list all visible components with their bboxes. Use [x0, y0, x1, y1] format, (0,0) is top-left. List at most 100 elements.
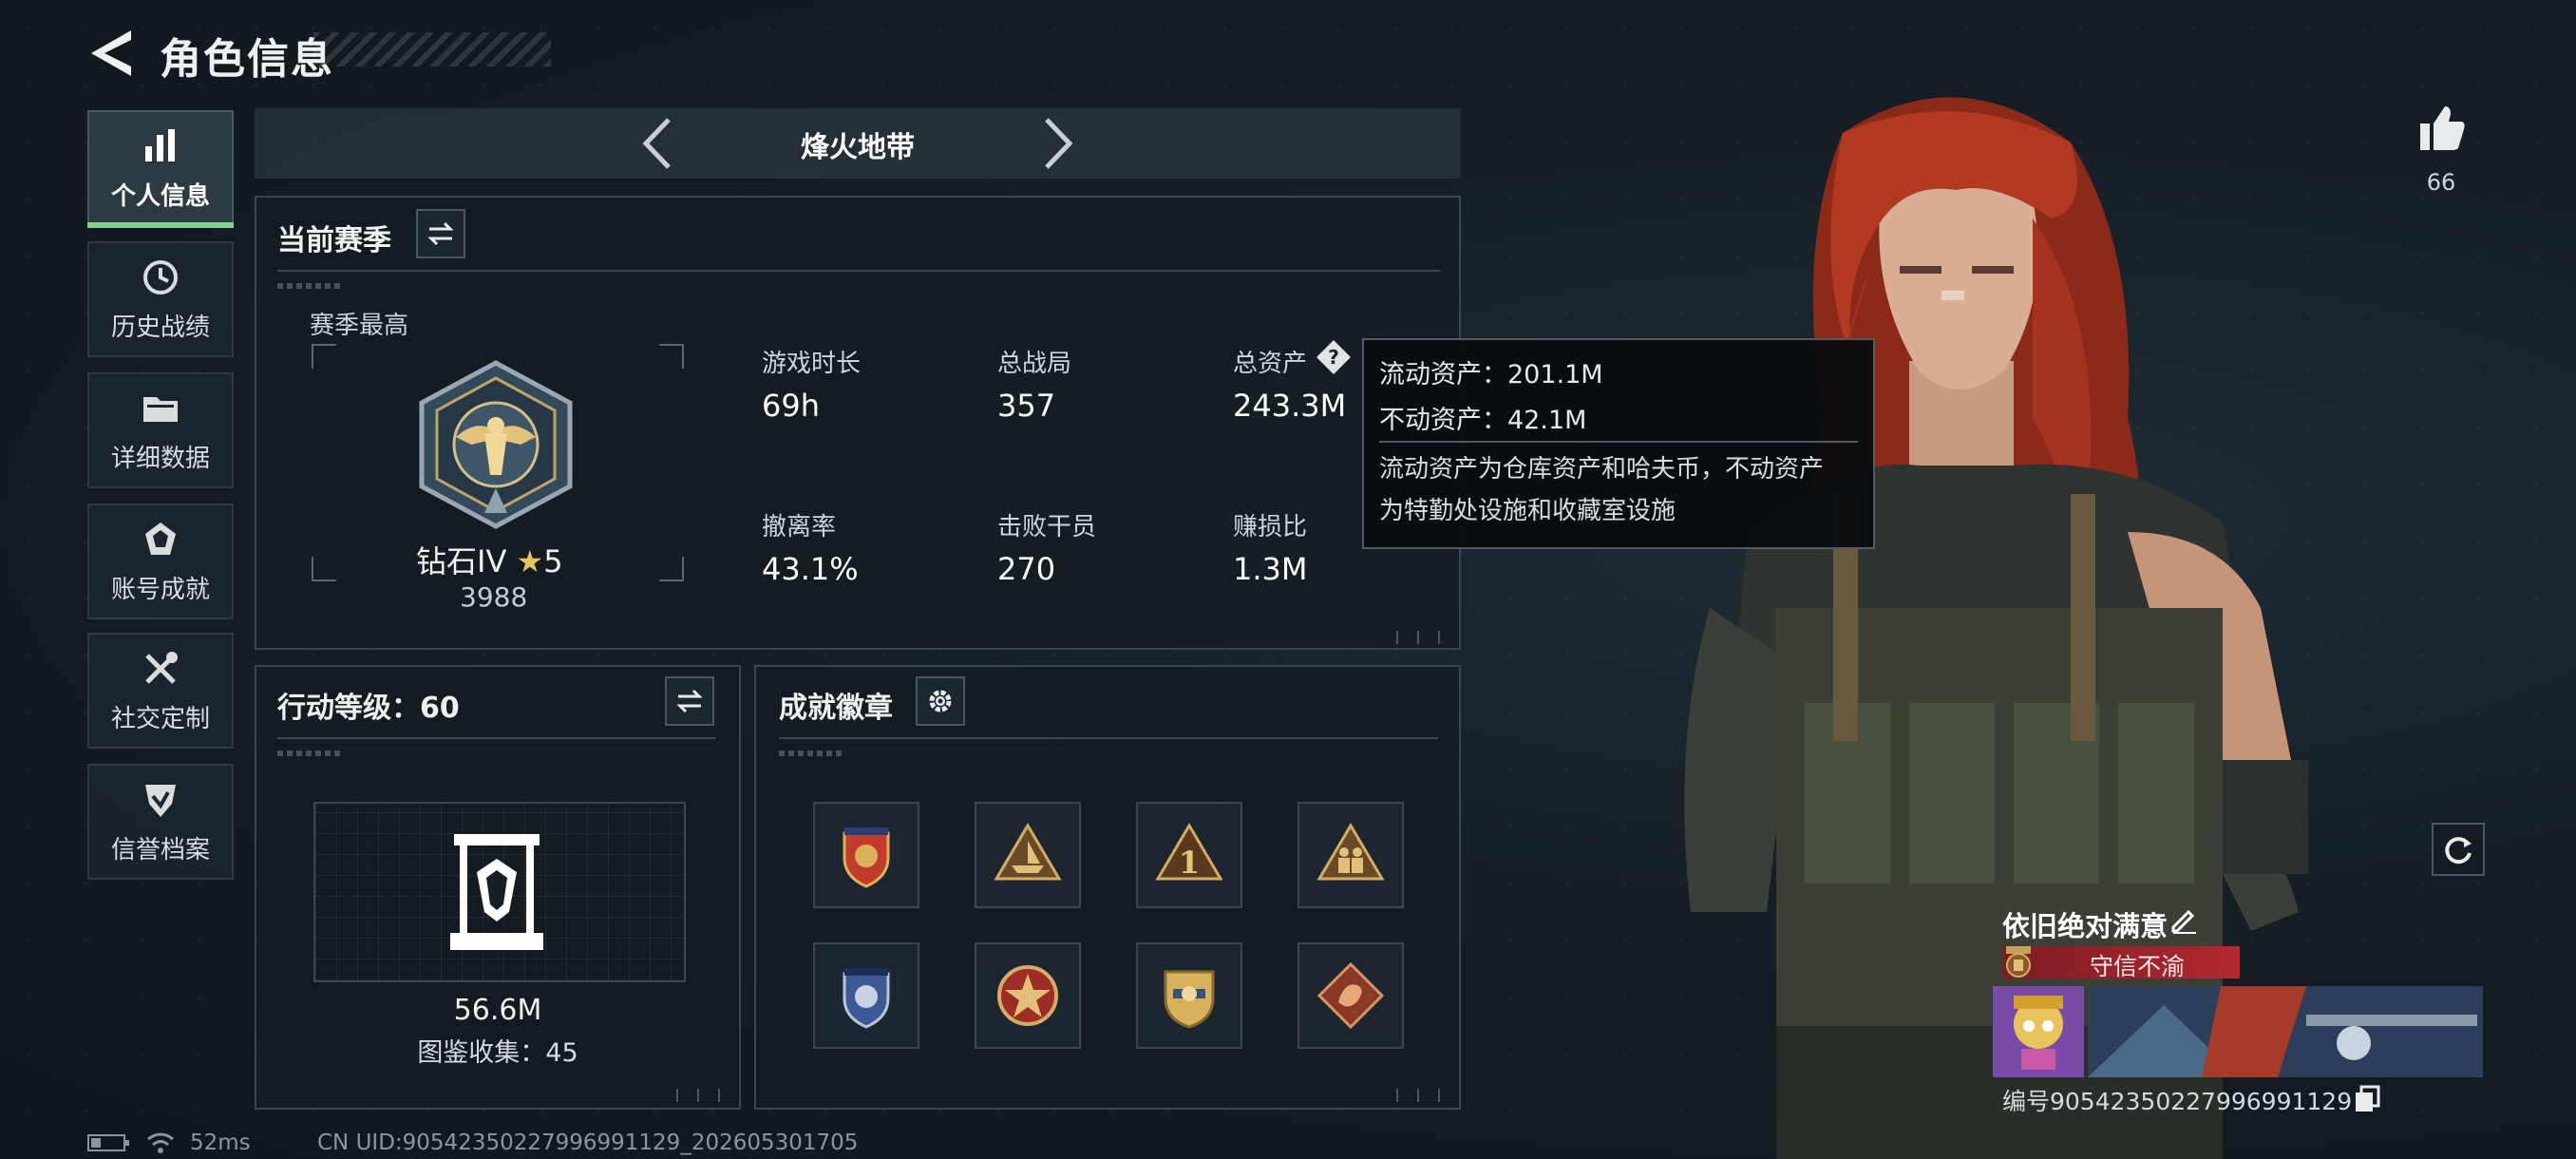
action-level-divider [277, 737, 716, 739]
rank-stars: 5 [543, 543, 563, 580]
achievement-badge-7[interactable] [1136, 942, 1242, 1049]
sidebar-item-label: 信誉档案 [110, 835, 210, 864]
soldiers-triangle-badge-icon [1316, 823, 1385, 881]
title-decoration [313, 32, 551, 66]
ping-value: 52ms [190, 1130, 251, 1155]
gold-crest-badge-icon [1164, 970, 1215, 1029]
season-switch-button[interactable] [416, 209, 465, 258]
stat-value-matches: 357 [997, 388, 1056, 424]
edit-pencil-icon[interactable] [2169, 906, 2198, 935]
tools-icon [145, 651, 178, 684]
stat-label-profit-ratio: 赚损比 [1233, 513, 1308, 542]
season-title: 当前赛季 [277, 224, 391, 257]
divider-dashes [277, 283, 344, 289]
tooltip-description: 流动资产为仓库资产和哈夫币，不动资产 为特勤处设施和收藏室设施 [1379, 455, 1825, 525]
copy-icon[interactable] [2354, 1085, 2380, 1113]
stat-label-playtime: 游戏时长 [762, 350, 862, 378]
ship-triangle-badge-icon [994, 823, 1062, 881]
sidebar-item-achievements[interactable]: 账号成就 [87, 504, 234, 619]
achievement-badge-5[interactable] [813, 942, 919, 1049]
bar-chart-icon [145, 128, 175, 162]
status-bar: 52ms [87, 1130, 251, 1155]
rank-emblem-icon [419, 360, 573, 529]
tooltip-fixed-assets: 不动资产：42.1M [1379, 406, 1587, 435]
title-medal-icon [2006, 946, 2031, 978]
achievement-icon [145, 522, 176, 555]
sidebar-item-history[interactable]: 历史战绩 [87, 241, 234, 357]
svg-text:1: 1 [1179, 845, 1200, 881]
number-one-badge-icon: 1 [1155, 823, 1223, 881]
stat-value-kills: 270 [997, 551, 1056, 587]
shield-star-badge-icon [843, 827, 890, 888]
achievement-badge-2[interactable] [975, 802, 1081, 908]
battery-icon [87, 1134, 129, 1151]
player-name: 依旧绝对满意 [2002, 910, 2169, 942]
achievement-badge-8[interactable] [1297, 942, 1404, 1049]
title-tag-text: 守信不渝 [2090, 953, 2186, 980]
back-arrow-icon[interactable] [87, 27, 135, 80]
frame-corner [659, 557, 684, 581]
achievement-badge-6[interactable] [975, 942, 1081, 1049]
swap-icon [676, 689, 703, 713]
divider-dashes [779, 750, 845, 756]
panel-corner-marks [669, 1089, 731, 1102]
frame-corner [312, 344, 336, 369]
stat-label-kills: 击败干员 [997, 513, 1097, 542]
red-star-medal-badge-icon [997, 965, 1058, 1026]
folder-icon [143, 396, 178, 422]
action-level-switch-button[interactable] [665, 676, 714, 726]
season-divider [277, 270, 1440, 272]
season-best-label: 赛季最高 [310, 312, 409, 340]
stat-label-matches: 总战局 [997, 350, 1072, 378]
refresh-button[interactable] [2432, 823, 2485, 876]
help-question-icon[interactable]: ? [1315, 338, 1353, 376]
clock-history-icon [143, 259, 178, 294]
frame-corner [659, 344, 684, 369]
star-icon: ★ [516, 543, 544, 580]
sidebar-item-label: 个人信息 [110, 181, 210, 211]
rank-name: 钻石IV ★5 [416, 543, 563, 580]
sidebar-item-label: 社交定制 [110, 704, 210, 733]
achievement-badge-4[interactable] [1297, 802, 1404, 908]
panel-corner-marks [1389, 631, 1451, 644]
sidebar-item-label: 详细数据 [110, 444, 210, 473]
thumbs-up-icon[interactable] [2416, 103, 2468, 154]
wifi-icon [147, 1132, 174, 1153]
swap-icon [427, 221, 454, 246]
stat-label-total-assets: 总资产 [1233, 350, 1308, 378]
panel-corner-marks [1389, 1089, 1451, 1102]
sidebar-item-detail-data[interactable]: 详细数据 [87, 372, 234, 488]
sidebar-item-label: 历史战绩 [110, 313, 210, 342]
like-count: 66 [2426, 169, 2456, 196]
stat-value-playtime: 69h [762, 388, 820, 424]
rank-points: 3988 [460, 581, 528, 613]
stat-label-extract-rate: 撤离率 [762, 513, 837, 542]
footer-uid: CN UID:90542350227996991129_202605301705 [317, 1130, 859, 1155]
tooltip-liquid-assets: 流动资产：201.1M [1379, 360, 1603, 390]
tooltip-divider [1379, 441, 1858, 443]
achievements-title: 成就徽章 [779, 692, 893, 725]
player-uid-label: 编号905423502279969911​29 [2002, 1088, 2353, 1115]
player-banner[interactable] [1993, 986, 2483, 1077]
achievements-settings-button[interactable] [916, 676, 965, 726]
achievements-divider [779, 737, 1438, 739]
sidebar-item-personal-info[interactable]: 个人信息 [87, 110, 234, 228]
sidebar-item-reputation[interactable]: 信誉档案 [87, 764, 234, 880]
collection-value: 56.6M [453, 994, 542, 1027]
refresh-icon [2445, 837, 2472, 864]
achievement-badge-1[interactable] [813, 802, 919, 908]
frame-corner [312, 557, 336, 581]
svg-text:?: ? [1328, 346, 1339, 369]
mode-title: 烽火地带 [801, 131, 915, 164]
stat-value-total-assets: 243.3M [1233, 388, 1347, 424]
divider-dashes [277, 750, 344, 756]
sidebar-item-social[interactable]: 社交定制 [87, 633, 234, 749]
gear-icon [929, 690, 952, 712]
sidebar-item-label: 账号成就 [110, 575, 210, 604]
achievement-badge-3[interactable]: 1 [1136, 802, 1242, 908]
collection-trophy-icon [450, 834, 543, 950]
collection-count: 图鉴收集：45 [417, 1038, 578, 1068]
chevron-right-icon[interactable] [1039, 116, 1077, 171]
shield-check-icon [145, 784, 176, 817]
action-level-title: 行动等级：60 [277, 692, 460, 725]
